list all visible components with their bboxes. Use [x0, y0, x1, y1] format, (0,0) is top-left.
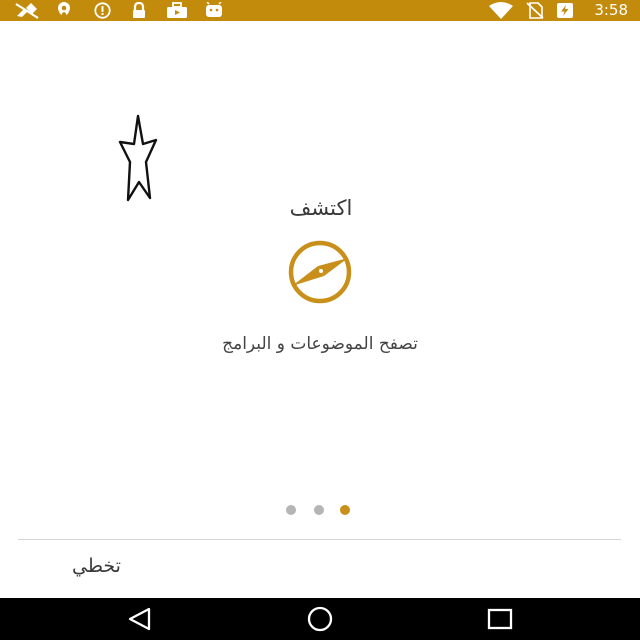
page-subtitle: تصفح الموضوعات و البرامج	[222, 334, 418, 354]
footer-divider	[18, 539, 621, 540]
status-bar: 3:58	[0, 0, 640, 21]
back-icon[interactable]	[125, 606, 155, 632]
sync-icon	[94, 2, 111, 19]
recents-icon[interactable]	[485, 606, 515, 632]
location-icon	[58, 2, 70, 17]
status-bar-time: 3:58	[594, 1, 628, 19]
battery-charging-icon	[557, 3, 573, 18]
android-icon	[206, 2, 222, 17]
page-dot[interactable]	[286, 505, 296, 515]
page-dot[interactable]	[314, 505, 324, 515]
compass-icon	[288, 240, 352, 304]
no-signal-icon	[15, 3, 39, 19]
wifi-icon	[489, 2, 513, 19]
briefcase-icon	[167, 2, 187, 18]
lock-icon	[133, 2, 145, 18]
page-indicator	[286, 505, 356, 515]
navigation-bar	[0, 598, 640, 640]
skip-button[interactable]: تخطي	[72, 555, 121, 577]
onboarding-screen: 3:58 اكتشف تصفح الموضوعات و البرامج تخطي	[0, 0, 640, 640]
page-title: اكتشف	[289, 196, 353, 220]
star-cursor-icon	[118, 114, 158, 202]
page-dot-active[interactable]	[340, 505, 350, 515]
no-sim-icon	[526, 2, 544, 19]
home-icon[interactable]	[305, 606, 335, 632]
